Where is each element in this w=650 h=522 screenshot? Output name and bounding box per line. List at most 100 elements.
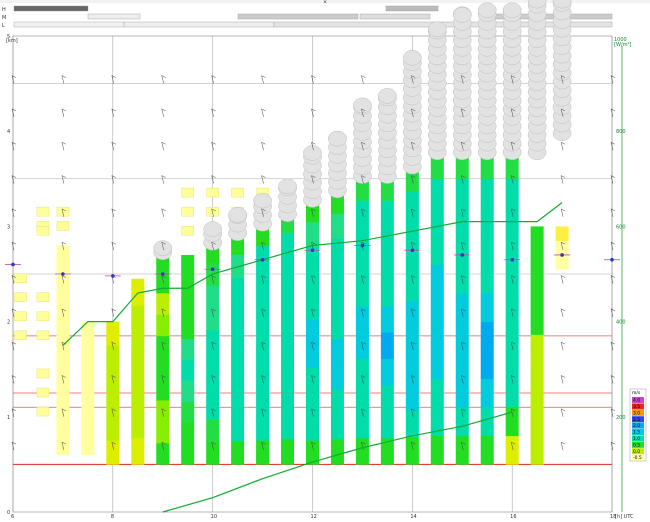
marker-dot [210, 267, 215, 272]
thermal-cell [530, 399, 544, 422]
thermal-cell [181, 359, 195, 381]
thermal-cell [56, 424, 70, 456]
marker-dot [560, 253, 564, 257]
thermal-cell [455, 407, 469, 437]
thermal-cell [330, 338, 344, 365]
thermal-cell [330, 364, 344, 390]
thermal-cell [330, 313, 344, 340]
collapse-icon[interactable]: × [323, 0, 327, 6]
wind-barb [61, 142, 65, 151]
thermal-cell [355, 438, 369, 465]
thermal-cell [156, 400, 170, 422]
x-tick-label: 10 [211, 514, 217, 520]
thermal-cell [455, 435, 469, 465]
thermal-cell [430, 293, 444, 322]
stable-box [36, 292, 50, 302]
wind-barb [560, 408, 564, 417]
marker-dot [111, 274, 115, 278]
thermal-cell [455, 293, 469, 322]
thermal-cell [206, 374, 220, 398]
thermal-cell [405, 409, 419, 438]
thermal-cell [56, 305, 70, 336]
meteogram-chart: × H M L 6 8 10 12 14 16 18012345200400600800 [… [0, 0, 650, 520]
thermal-cell [530, 442, 544, 465]
thermal-cell [306, 270, 319, 296]
cloud-puff [353, 97, 372, 114]
cloud-puff [228, 207, 247, 223]
thermal-cell [355, 411, 369, 439]
stable-box [206, 206, 219, 217]
thermal-cell [505, 407, 519, 437]
thermal-cell [430, 350, 444, 380]
thermal-cell [181, 443, 195, 465]
cloud-puff [477, 2, 497, 18]
marker-dot [360, 243, 365, 248]
stable-box [181, 187, 194, 198]
thermal-cell [380, 306, 394, 333]
thermal-cell [405, 273, 419, 302]
thermal-cell [56, 395, 70, 426]
thermal-cell [405, 382, 419, 411]
thermal-cell [455, 178, 469, 208]
cloud-puff [453, 7, 472, 23]
thermal-cell [480, 235, 494, 265]
marker-dot [610, 257, 614, 262]
thermal-cell [131, 305, 145, 333]
thermal-cell [256, 440, 270, 465]
thermal-cell [231, 301, 245, 325]
y-left-unit-label: [km] [6, 38, 18, 44]
thermal-cell [131, 437, 145, 465]
cloud-cover-bar [13, 5, 89, 12]
thermal-cell [330, 263, 344, 290]
y-left-tick-label: 3 [7, 224, 10, 230]
thermal-cell [181, 338, 195, 360]
wind-barb [61, 108, 65, 117]
thermal-cell [430, 321, 444, 351]
row-label-low: L [2, 23, 5, 29]
thermal-cell [106, 345, 120, 370]
thermal-cell [405, 191, 419, 220]
wind-barb [560, 375, 564, 384]
thermal-cell [181, 275, 195, 298]
stable-box [206, 187, 219, 198]
legend: m/s 4.03.53.02.52.01.51.00.50.0-0.5 [629, 388, 647, 462]
thermal-cell [281, 335, 295, 362]
legend-label: 2.0 [633, 423, 640, 429]
wind-barb [560, 308, 564, 317]
thermal-cell [281, 284, 295, 311]
stable-box [36, 206, 50, 217]
thermal-cell [256, 294, 270, 320]
marker-dot [410, 248, 415, 252]
thermal-cell [330, 389, 344, 415]
thermal-cell [480, 178, 494, 208]
thermal-cell [206, 352, 220, 376]
stable-box [231, 187, 244, 198]
x-tick-label: 14 [410, 514, 416, 520]
thermal-cell [430, 378, 444, 408]
thermal-cell [480, 321, 494, 351]
thermal-cell [131, 358, 145, 386]
thermal-cell [56, 335, 70, 366]
wind-barb [61, 75, 65, 84]
stable-box [36, 368, 50, 379]
thermal-cell [81, 428, 95, 456]
thermal-cell [231, 277, 245, 302]
wind-barb [261, 75, 264, 84]
thermal-cell [281, 310, 295, 337]
thermal-cell [306, 294, 319, 320]
stable-box [56, 206, 70, 217]
thermal-cell [480, 378, 494, 408]
legend-label: 0.5 [633, 442, 640, 448]
thermal-cell [405, 300, 419, 329]
thermal-cell [430, 264, 444, 294]
x-tick-label: 8 [111, 514, 114, 520]
thermal-cell [480, 407, 494, 437]
x-tick-label: 12 [311, 514, 317, 520]
stable-box [14, 292, 27, 302]
cloud-puff [428, 21, 447, 37]
thermal-cell [231, 417, 245, 442]
legend-label: 3.0 [633, 410, 640, 416]
cloud-puff [203, 221, 222, 237]
stable-box [181, 206, 194, 217]
wind-barb [161, 75, 164, 84]
